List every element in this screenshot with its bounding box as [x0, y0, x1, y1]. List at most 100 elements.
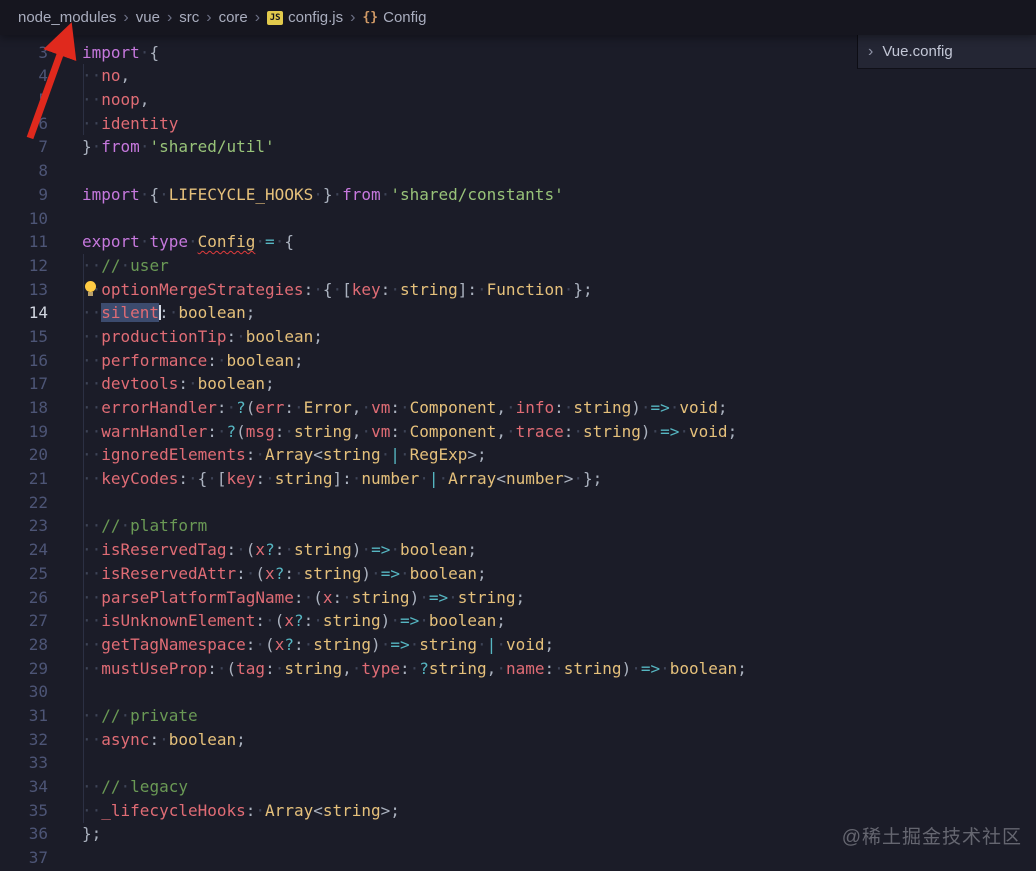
breadcrumb-item-core[interactable]: core: [219, 9, 248, 26]
code-line[interactable]: 6 ··identity: [0, 112, 1036, 136]
line-number[interactable]: 5: [0, 88, 48, 112]
line-number[interactable]: 6: [0, 112, 48, 136]
line-number[interactable]: 24: [0, 538, 48, 562]
line-number[interactable]: 12: [0, 254, 48, 278]
line-number[interactable]: 22: [0, 491, 48, 515]
chevron-right-icon[interactable]: ›: [868, 43, 873, 61]
code-line[interactable]: 30: [0, 680, 1036, 704]
line-number[interactable]: 7: [0, 135, 48, 159]
line-number[interactable]: 31: [0, 704, 48, 728]
code-line[interactable]: 24 ··isReservedTag:·(x?:·string)·=>·boole…: [0, 538, 1036, 562]
code-line[interactable]: 16 ··performance:·boolean;: [0, 349, 1036, 373]
code-line[interactable]: 25 ··isReservedAttr:·(x?:·string)·=>·bool…: [0, 562, 1036, 586]
code-line[interactable]: 23 ··//·platform: [0, 514, 1036, 538]
token: Component: [409, 421, 497, 441]
code-line[interactable]: 13 ··optionMergeStrategies:·{·[key:·strin…: [0, 278, 1036, 302]
token: ·: [332, 184, 343, 204]
token: ··: [82, 516, 102, 536]
code-line[interactable]: 19 ··warnHandler:·?(msg:·string,·vm:·Comp…: [0, 420, 1036, 444]
token: ;: [717, 398, 728, 417]
code-line[interactable]: 14 ··silent:·boolean;: [0, 301, 1036, 325]
code-line[interactable]: 22: [0, 491, 1036, 515]
token: string: [351, 587, 410, 607]
line-number[interactable]: 21: [0, 467, 48, 491]
code-line[interactable]: 31 ··//·private: [0, 704, 1036, 728]
code-line[interactable]: 28 ··getTagNamespace:·(x?:·string)·=>·str…: [0, 633, 1036, 657]
code-line[interactable]: 5 ··noop,: [0, 88, 1036, 112]
line-number[interactable]: 26: [0, 586, 48, 610]
token: ): [409, 587, 420, 607]
line-number[interactable]: 30: [0, 680, 48, 704]
line-number[interactable]: 37: [0, 846, 48, 870]
line-number[interactable]: 35: [0, 799, 48, 823]
token: >;: [467, 445, 487, 465]
line-number[interactable]: 13: [0, 278, 48, 302]
token: ·: [380, 634, 391, 654]
line-number[interactable]: 15: [0, 325, 48, 349]
breadcrumb-item-config.js[interactable]: JS config.js: [267, 9, 343, 26]
symbol-type-icon: {}: [362, 10, 379, 25]
token: :: [226, 326, 237, 346]
code-line[interactable]: 37: [0, 846, 1036, 870]
code-line[interactable]: 34 ··//·legacy: [0, 775, 1036, 799]
token: ): [351, 540, 362, 560]
code-line[interactable]: 35 ··_lifecycleHooks:·Array<string>;: [0, 799, 1036, 823]
line-number[interactable]: 34: [0, 775, 48, 799]
code-line[interactable]: 9 import·{·LIFECYCLE_HOOKS·}·from·'shared…: [0, 183, 1036, 207]
breadcrumb-item-node_modules[interactable]: node_modules: [18, 9, 116, 26]
token: ··: [82, 729, 102, 749]
line-number[interactable]: 36: [0, 822, 48, 846]
token: {: [197, 469, 208, 489]
code-editor[interactable]: 23import·{4··no,5··noop,6··identity7}·fr…: [0, 17, 1036, 870]
token: ignoredElements: [101, 445, 246, 465]
code-line[interactable]: 29 ··mustUseProp:·(tag:·string,·type:·?st…: [0, 657, 1036, 681]
line-number[interactable]: 17: [0, 372, 48, 396]
token: :: [216, 398, 227, 417]
line-number[interactable]: 9: [0, 183, 48, 207]
code-line[interactable]: 21 ··keyCodes:·{·[key:·string]:·number·|·…: [0, 467, 1036, 491]
code-line[interactable]: 26 ··parsePlatformTagName:·(x:·string)·=>…: [0, 586, 1036, 610]
lightbulb-icon[interactable]: [84, 281, 98, 297]
code-line[interactable]: 11 export·type·Config·=·{: [0, 230, 1036, 254]
code-line[interactable]: 32 ··async:·boolean;: [0, 728, 1036, 752]
line-number[interactable]: 8: [0, 159, 48, 183]
token: no: [101, 66, 121, 86]
code-line[interactable]: 27 ··isUnknownElement:·(x?:·string)·=>·bo…: [0, 609, 1036, 633]
code-line[interactable]: 8: [0, 159, 1036, 183]
line-number[interactable]: 11: [0, 230, 48, 254]
line-number[interactable]: 4: [0, 64, 48, 88]
line-number[interactable]: 19: [0, 420, 48, 444]
line-number[interactable]: 18: [0, 396, 48, 420]
breadcrumb-item-vue[interactable]: vue: [136, 9, 160, 26]
breadcrumb-item-Config[interactable]: {} Config: [362, 9, 426, 26]
line-number[interactable]: 16: [0, 349, 48, 373]
line-number[interactable]: 3: [0, 41, 48, 65]
line-number[interactable]: 20: [0, 443, 48, 467]
line-number[interactable]: 14: [0, 301, 48, 325]
line-number[interactable]: 25: [0, 562, 48, 586]
code-line[interactable]: 17 ··devtools:·boolean;: [0, 372, 1036, 396]
vue-config-panel[interactable]: › Vue.config: [857, 35, 1036, 69]
breadcrumb-label: config.js: [288, 9, 344, 26]
token: [: [216, 469, 227, 489]
line-number[interactable]: 28: [0, 633, 48, 657]
line-number[interactable]: 32: [0, 728, 48, 752]
line-number[interactable]: 27: [0, 609, 48, 633]
code-line[interactable]: 15 ··productionTip:·boolean;: [0, 325, 1036, 349]
code-line[interactable]: 10: [0, 207, 1036, 231]
token: (: [255, 563, 266, 583]
token: :: [226, 540, 237, 560]
code-line[interactable]: 33: [0, 751, 1036, 775]
code-line[interactable]: 20 ··ignoredElements:·Array<string·|·RegE…: [0, 443, 1036, 467]
token: Array: [265, 445, 314, 465]
code-line[interactable]: 12 ··//·user: [0, 254, 1036, 278]
line-number[interactable]: 33: [0, 751, 48, 775]
line-number[interactable]: 23: [0, 514, 48, 538]
breadcrumb-item-src[interactable]: src: [179, 9, 199, 26]
line-number[interactable]: 10: [0, 207, 48, 231]
code-line[interactable]: 18 ··errorHandler:·?(err:·Error,·vm:·Comp…: [0, 396, 1036, 420]
token: ··: [82, 421, 102, 441]
line-number[interactable]: 29: [0, 657, 48, 681]
token: ··: [82, 540, 102, 560]
code-line[interactable]: 7}·from·'shared/util': [0, 135, 1036, 159]
